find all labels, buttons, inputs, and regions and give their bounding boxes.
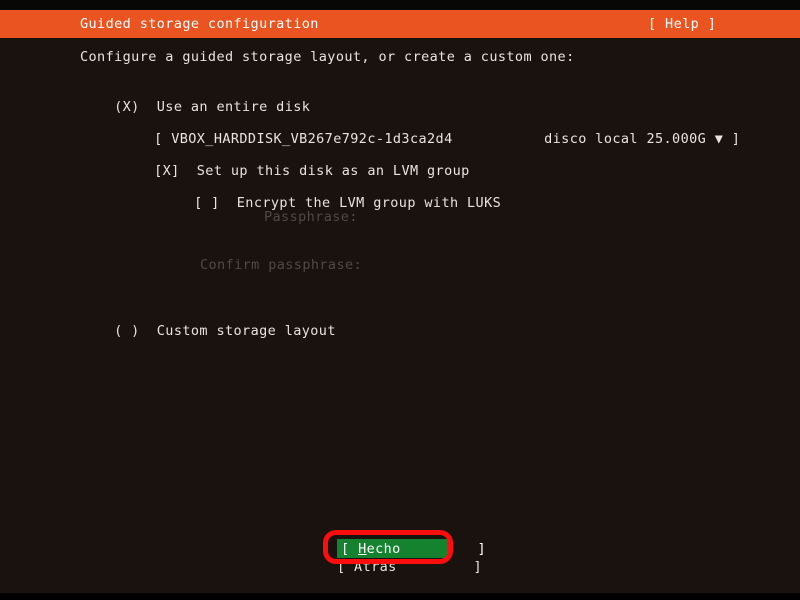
radio-label-custom: Custom storage layout (156, 323, 336, 339)
letterbox-bottom (0, 593, 800, 600)
instruction-text: Configure a guided storage layout, or cr… (80, 49, 575, 65)
disk-selector-value[interactable]: disco local 25.000G ▼ ] (510, 112, 740, 166)
passphrase-label: Passphrase: (264, 209, 358, 225)
letterbox-top (0, 0, 800, 10)
confirm-passphrase-label: Confirm passphrase: (200, 257, 363, 273)
done-button-label: [ Hecho ] (341, 540, 486, 558)
installer-screen: Guided storage configuration [ Help ] Co… (0, 0, 800, 600)
help-button[interactable]: [ Help ] (648, 15, 716, 33)
radio-custom-storage-layout[interactable]: ( ) Custom storage layout (80, 304, 336, 358)
done-button-text: echo (366, 541, 401, 557)
page-title: Guided storage configuration (80, 16, 319, 32)
window-header: Guided storage configuration [ Help ] (0, 10, 800, 38)
done-button[interactable]: [ Hecho ] (337, 539, 486, 558)
done-button-suffix: ] (400, 541, 486, 557)
disk-size-description: disco local 25.000G (544, 131, 707, 147)
checkbox-marker-luks: [ ] (194, 195, 220, 211)
back-button[interactable]: [ Atrás ] (337, 558, 482, 576)
radio-marker-custom: ( ) (114, 323, 140, 339)
done-button-accesskey: H (358, 541, 367, 557)
done-button-prefix: [ (341, 541, 359, 557)
disk-selector-close-bracket: ] (731, 131, 741, 147)
chevron-down-icon[interactable]: ▼ (715, 131, 724, 147)
